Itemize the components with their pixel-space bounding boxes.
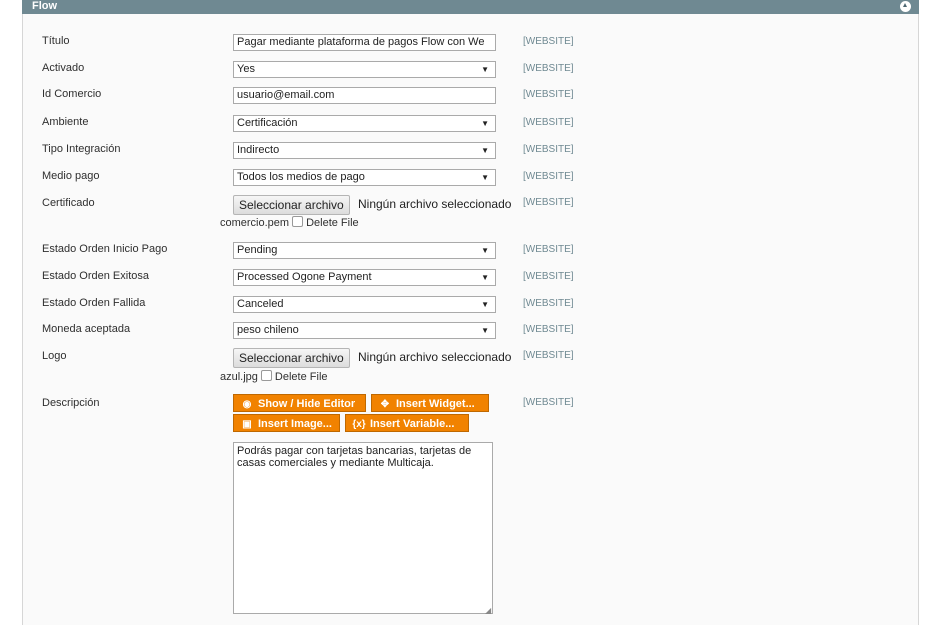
dropdown-arrow-icon: ▼ [481, 173, 489, 182]
tipo-integracion-value: Indirecto [237, 144, 280, 156]
certificado-file-button[interactable]: Seleccionar archivo [233, 195, 350, 215]
estado-fallida-value: Canceled [237, 298, 284, 310]
estado-inicio-value: Pending [237, 244, 278, 256]
logo-file-status: Ningún archivo seleccionado [358, 350, 512, 364]
logo-delete-checkbox[interactable] [260, 370, 272, 381]
estado-exitosa-label: Estado Orden Exitosa [42, 270, 150, 282]
collapse-up-icon[interactable] [900, 1, 911, 12]
dropdown-arrow-icon: ▼ [481, 273, 489, 282]
certificado-label: Certificado [42, 197, 95, 209]
id-comercio-label: Id Comercio [42, 88, 102, 100]
titulo-input[interactable]: Pagar mediante plataforma de pagos Flow … [233, 34, 496, 51]
scope-label: [WEBSITE] [523, 271, 574, 282]
scope-label: [WEBSITE] [523, 298, 574, 309]
section-title: Flow [32, 0, 58, 12]
resize-grip-icon[interactable]: ◢ [485, 606, 491, 615]
descripcion-textarea[interactable]: Podrás pagar con tarjetas bancarias, tar… [233, 442, 493, 614]
logo-current: azul.jpg Delete File [220, 370, 328, 383]
dropdown-arrow-icon: ▼ [481, 246, 489, 255]
scope-label: [WEBSITE] [523, 244, 574, 255]
insert-widget-button[interactable]: ✥ Insert Widget... [371, 394, 489, 412]
eye-icon: ◉ [242, 399, 252, 410]
scope-label: [WEBSITE] [523, 397, 574, 408]
certificado-file-status: Ningún archivo seleccionado [358, 197, 512, 211]
insert-image-button[interactable]: ▣ Insert Image... [233, 414, 340, 432]
section-header[interactable]: Flow [22, 0, 919, 14]
id-comercio-input[interactable]: usuario@email.com [233, 87, 496, 104]
estado-inicio-label: Estado Orden Inicio Pago [42, 243, 168, 255]
estado-inicio-select[interactable]: Pending ▼ [233, 242, 496, 259]
moneda-value: peso chileno [237, 324, 299, 336]
estado-exitosa-value: Processed Ogone Payment [237, 271, 372, 283]
scope-label: [WEBSITE] [523, 63, 574, 74]
scope-label: [WEBSITE] [523, 89, 574, 100]
scope-label: [WEBSITE] [523, 144, 574, 155]
certificado-delete-checkbox[interactable] [292, 216, 304, 227]
descripcion-label: Descripción [42, 397, 100, 409]
logo-label: Logo [42, 350, 67, 362]
medio-pago-value: Todos los medios de pago [237, 171, 365, 183]
certificado-current: comercio.pem Delete File [220, 216, 359, 229]
dropdown-arrow-icon: ▼ [481, 326, 489, 335]
titulo-label: Título [42, 35, 70, 47]
ambiente-value: Certificación [237, 117, 298, 129]
dropdown-arrow-icon: ▼ [481, 119, 489, 128]
config-panel: Título Pagar mediante plataforma de pago… [22, 14, 919, 625]
ambiente-label: Ambiente [42, 116, 89, 128]
estado-exitosa-select[interactable]: Processed Ogone Payment ▼ [233, 269, 496, 286]
activado-value: Yes [237, 63, 255, 75]
medio-pago-label: Medio pago [42, 170, 100, 182]
scope-label: [WEBSITE] [523, 117, 574, 128]
insert-variable-button[interactable]: {x} Insert Variable... [345, 414, 469, 432]
show-hide-editor-button[interactable]: ◉ Show / Hide Editor [233, 394, 366, 412]
widget-icon: ✥ [380, 399, 390, 410]
scope-label: [WEBSITE] [523, 350, 574, 361]
activado-select[interactable]: Yes ▼ [233, 61, 496, 78]
scope-label: [WEBSITE] [523, 197, 574, 208]
dropdown-arrow-icon: ▼ [481, 300, 489, 309]
scope-label: [WEBSITE] [523, 324, 574, 335]
estado-fallida-select[interactable]: Canceled ▼ [233, 296, 496, 313]
image-icon: ▣ [242, 419, 252, 430]
dropdown-arrow-icon: ▼ [481, 146, 489, 155]
moneda-label: Moneda aceptada [42, 323, 131, 335]
scope-label: [WEBSITE] [523, 36, 574, 47]
certificado-delete-label: Delete File [306, 217, 359, 229]
logo-current-file: azul.jpg [220, 371, 258, 383]
certificado-current-file: comercio.pem [220, 217, 290, 229]
variable-icon: {x} [352, 419, 366, 430]
activado-label: Activado [42, 62, 85, 74]
tipo-integracion-select[interactable]: Indirecto ▼ [233, 142, 496, 159]
scope-label: [WEBSITE] [523, 171, 574, 182]
dropdown-arrow-icon: ▼ [481, 65, 489, 74]
medio-pago-select[interactable]: Todos los medios de pago ▼ [233, 169, 496, 186]
moneda-select[interactable]: peso chileno ▼ [233, 322, 496, 339]
logo-file-button[interactable]: Seleccionar archivo [233, 348, 350, 368]
logo-delete-label: Delete File [274, 371, 328, 383]
ambiente-select[interactable]: Certificación ▼ [233, 115, 496, 132]
estado-fallida-label: Estado Orden Fallida [42, 297, 146, 309]
tipo-integracion-label: Tipo Integración [42, 143, 121, 155]
